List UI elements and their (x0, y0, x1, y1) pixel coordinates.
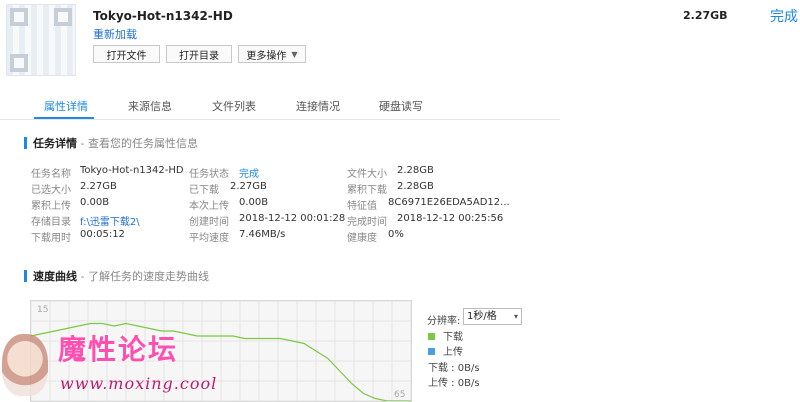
watermark-url: www.moxing.cool (60, 374, 218, 393)
health-label: 健康度 (347, 233, 377, 244)
total-upload-label: 累积上传 (31, 201, 71, 212)
task-status-value: 完成 (239, 169, 259, 180)
task-name-value: Tokyo-Hot-n1342-HD (80, 165, 184, 176)
task-size: 2.27GB (683, 9, 728, 22)
detail-tabs: 属性详情 来源信息 文件列表 连接情况 硬盘读写 (0, 88, 560, 120)
download-rate: 下载 : 0B/s (428, 363, 480, 374)
task-header: Tokyo-Hot-n1342-HD 重新加载 2.27GB 完成 打开文件 打… (0, 0, 800, 88)
avg-speed-label: 平均速度 (189, 233, 229, 244)
axis-bottom-right-label: 65 (394, 390, 405, 400)
this-upload-value: 0.00B (239, 197, 269, 208)
open-file-button[interactable]: 打开文件 (93, 45, 160, 63)
hash-label: 特征值 (347, 201, 377, 212)
health-value: 0% (388, 229, 404, 240)
downloaded-value: 2.27GB (230, 181, 267, 192)
anime-avatar-icon (2, 334, 48, 396)
created-time-value: 2018-12-12 00:01:28 (239, 213, 346, 224)
chevron-down-icon: ▾ (513, 312, 518, 321)
storage-dir-link[interactable]: f:\迅雷下载2\ (80, 213, 140, 228)
watermark: 魔性论坛 www.moxing.cool (0, 318, 230, 402)
created-time-label: 创建时间 (189, 217, 229, 228)
reload-link[interactable]: 重新加载 (93, 26, 137, 42)
upload-rate: 上传 : 0B/s (428, 378, 480, 389)
axis-top-label: 15 (37, 305, 48, 315)
tab-disk-io[interactable]: 硬盘读写 (379, 98, 423, 114)
task-name-label: 任务名称 (31, 169, 71, 180)
done-button[interactable]: 完成 (770, 6, 798, 26)
active-tab-indicator (34, 117, 94, 119)
upload-color-swatch (428, 348, 435, 355)
open-directory-button[interactable]: 打开目录 (166, 45, 232, 63)
time-used-value: 00:05:12 (80, 229, 125, 240)
tab-properties[interactable]: 属性详情 (44, 98, 88, 114)
finished-time-value: 2018-12-12 00:25:56 (397, 213, 504, 224)
downloaded-label: 已下载 (189, 185, 219, 196)
task-title: Tokyo-Hot-n1342-HD (93, 9, 233, 23)
task-status-label: 任务状态 (189, 169, 229, 180)
finished-time-label: 完成时间 (347, 217, 387, 228)
tab-file-list[interactable]: 文件列表 (212, 98, 256, 114)
tab-source[interactable]: 来源信息 (128, 98, 172, 114)
selected-size-label: 已选大小 (31, 185, 71, 196)
tab-connections[interactable]: 连接情况 (296, 98, 340, 114)
this-upload-label: 本次上传 (189, 201, 229, 212)
legend-download: 下载 (428, 328, 463, 343)
more-actions-dropdown[interactable]: 更多操作 ▼ (238, 45, 306, 63)
avg-speed-value: 7.46MB/s (239, 229, 286, 240)
total-upload-value: 0.00B (80, 197, 110, 208)
total-download-label: 累积下载 (347, 185, 387, 196)
hash-value: 8C6971E26EDA5AD12... (388, 197, 510, 208)
resolution-select[interactable]: 1秒/格 ▾ (463, 308, 522, 325)
watermark-text: 魔性论坛 (58, 333, 179, 366)
qr-code-icon (6, 4, 76, 76)
download-color-swatch (428, 333, 435, 340)
file-size-label: 文件大小 (347, 169, 387, 180)
total-download-value: 2.28GB (397, 181, 434, 192)
time-used-label: 下载用时 (31, 233, 71, 244)
legend-upload: 上传 (428, 343, 463, 358)
file-size-value: 2.28GB (397, 165, 434, 176)
storage-dir-label: 存储目录 (31, 217, 71, 228)
speed-curve-heading: 速度曲线 - 了解任务的速度走势曲线 (24, 268, 209, 284)
resolution-label: 分辨率: (427, 316, 461, 327)
task-details-heading: 任务详情 - 查看您的任务属性信息 (24, 135, 198, 151)
selected-size-value: 2.27GB (80, 181, 117, 192)
chevron-down-icon: ▼ (291, 49, 298, 59)
